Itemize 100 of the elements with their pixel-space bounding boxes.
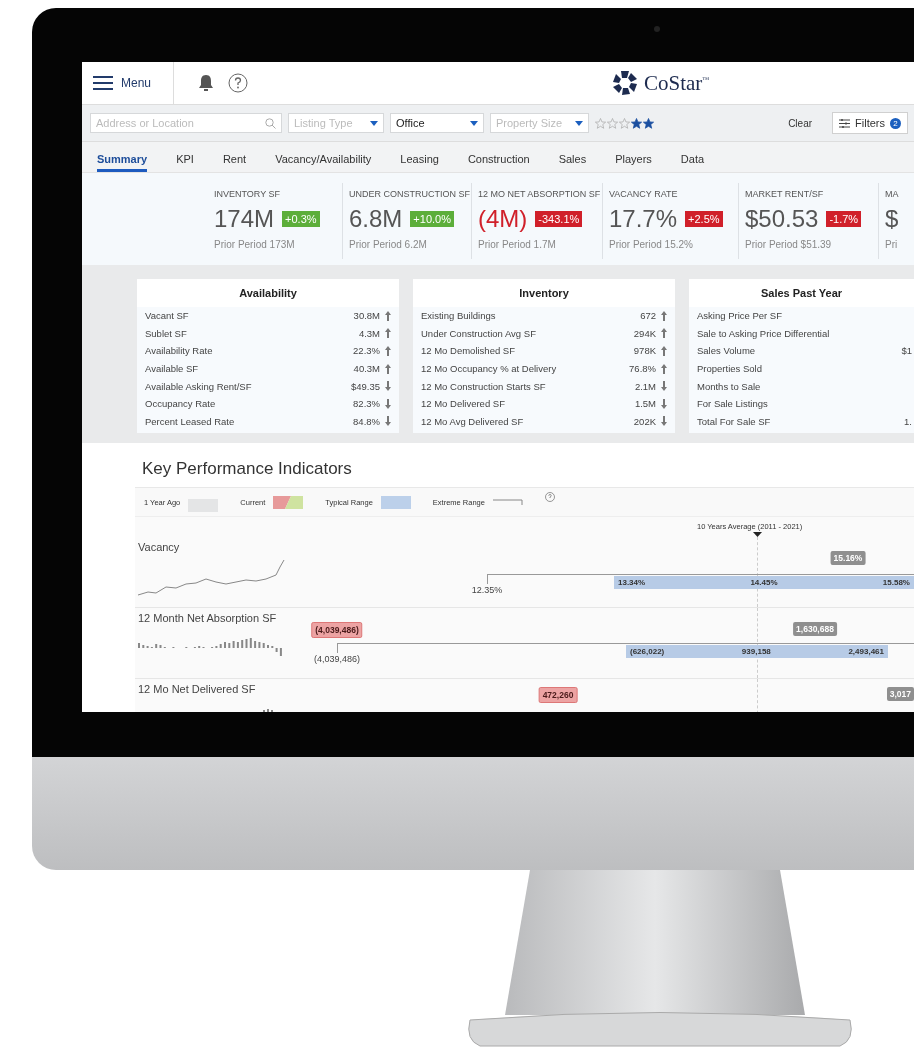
menu-button[interactable]: Menu xyxy=(82,62,175,104)
filter-count-badge: 2 xyxy=(890,117,901,129)
tab[interactable]: KPI xyxy=(176,142,194,172)
stat-label: 12 MO NET ABSORPTION SF xyxy=(478,189,601,199)
kpi-row-label: 12 Mo Net Delivered SF xyxy=(138,683,256,695)
stat-label: INVENTORY SF xyxy=(214,189,281,199)
prior-period-text: Prior Period 6.2M xyxy=(349,239,427,250)
row-value: $49.35 xyxy=(350,380,380,392)
kpi-row-label: 12 Month Net Absorption SF xyxy=(138,612,277,624)
year-ago-tag: 3,017 xyxy=(886,687,914,701)
stat-value: $50.53 xyxy=(745,205,819,233)
range-value: 15.58% xyxy=(882,578,910,587)
row-value: 82.3% xyxy=(353,398,380,410)
caret-icon xyxy=(575,120,583,126)
row-value: 294K xyxy=(633,327,656,339)
range-value: 939,158 xyxy=(741,647,771,656)
bell-icon[interactable] xyxy=(198,74,215,92)
extreme-range-line-icon xyxy=(492,498,523,506)
change-badge: -1.7% xyxy=(826,211,862,227)
row-label: Percent Leased Rate xyxy=(145,415,236,427)
tab[interactable]: Leasing xyxy=(400,142,439,172)
tab[interactable]: Players xyxy=(615,142,652,172)
tab[interactable]: Construction xyxy=(467,142,530,172)
menu-icon xyxy=(93,76,113,90)
year-ago-tag: 1,630,688 xyxy=(793,622,837,636)
tab[interactable]: Rent xyxy=(222,142,247,172)
stat-label: UNDER CONSTRUCTION SF xyxy=(349,189,470,199)
row-value: 22.3% xyxy=(353,345,380,357)
stat-label: VACANCY RATE xyxy=(609,189,678,199)
kpi-row-label: Vacancy xyxy=(138,541,180,553)
stat-label: MARKET RENT/SF xyxy=(745,189,824,199)
row-value: $1 xyxy=(901,345,912,357)
average-marker-icon xyxy=(753,532,762,537)
stat-value: 174M xyxy=(214,205,275,233)
current-value-tag: 472,260 xyxy=(538,687,578,703)
table-title: Availability xyxy=(239,287,297,299)
range-value: 13.34% xyxy=(618,578,646,587)
table-title: Sales Past Year xyxy=(760,287,843,299)
tab[interactable]: Sales xyxy=(558,142,587,172)
row-label: Occupancy Rate xyxy=(145,398,217,410)
prior-period-text: Pri xyxy=(885,239,898,250)
extreme-low-value: 12.35% xyxy=(471,585,503,595)
range-value: (626,022) xyxy=(630,647,665,656)
prior-period-text: Prior Period $51.39 xyxy=(745,239,832,250)
row-label: Sales Volume xyxy=(697,345,757,357)
row-label: Properties Sold xyxy=(697,363,763,375)
property-type-dropdown[interactable]: Office xyxy=(390,113,484,133)
row-value: 978K xyxy=(633,345,656,357)
row-label: Existing Buildings xyxy=(421,310,497,322)
logo-icon xyxy=(612,70,638,96)
row-value: 76.8% xyxy=(629,363,656,375)
prior-period-text: Prior Period 1.7M xyxy=(478,239,556,250)
row-label: Asking Price Per SF xyxy=(697,310,783,322)
clear-button[interactable]: Clear xyxy=(782,116,819,130)
row-label: Months to Sale xyxy=(697,380,762,392)
empty-star-icon xyxy=(607,117,618,129)
prior-period-text: Prior Period 173M xyxy=(214,239,295,250)
stat-value: (4M) xyxy=(478,205,528,233)
change-badge: +2.5% xyxy=(685,211,723,227)
year-ago-tag: 15.16% xyxy=(830,551,866,565)
kpi-title: Key Performance Indicators xyxy=(142,459,352,479)
star-rating[interactable] xyxy=(595,117,654,129)
empty-star-icon xyxy=(595,117,606,129)
stat-value: $ xyxy=(885,205,899,233)
row-label: Total For Sale SF xyxy=(697,415,772,427)
range-value: 2,493,461 xyxy=(848,647,884,656)
sliders-icon xyxy=(839,118,851,128)
row-value: 84.8% xyxy=(353,415,380,427)
row-value: 202K xyxy=(633,415,656,427)
row-label: Sale to Asking Price Differential xyxy=(697,327,831,339)
caret-icon xyxy=(370,120,378,126)
row-label: Available Asking Rent/SF xyxy=(145,380,253,392)
row-value: 1. xyxy=(904,415,912,427)
row-label: 12 Mo Delivered SF xyxy=(421,398,506,410)
tab[interactable]: Data xyxy=(680,142,705,172)
filters-button[interactable]: Filters 2 xyxy=(832,112,908,134)
row-value: 4.3M xyxy=(358,327,380,339)
help-icon[interactable] xyxy=(228,73,249,93)
caret-icon xyxy=(470,120,478,126)
filled-star-icon xyxy=(643,117,654,129)
stat-value: 6.8M xyxy=(349,205,403,233)
filled-star-icon xyxy=(631,117,642,129)
row-label: 12 Mo Occupancy % at Delivery xyxy=(421,363,558,375)
current-swatch xyxy=(273,495,304,509)
logo-text: CoStar$^{™}$ xyxy=(644,70,710,96)
range-value: 14.45% xyxy=(750,578,778,587)
row-label: Under Construction Avg SF xyxy=(421,327,537,339)
change-badge: +10.0% xyxy=(410,211,454,227)
row-label: Availability Rate xyxy=(145,345,214,357)
change-badge: -343.1% xyxy=(535,211,583,227)
row-value: 2.1M xyxy=(634,380,656,392)
row-label: Available SF xyxy=(145,363,200,375)
row-label: Sublet SF xyxy=(145,327,188,339)
row-value: 40.3M xyxy=(353,363,380,375)
tab[interactable]: Vacancy/Availability xyxy=(275,142,372,172)
row-value: 672 xyxy=(640,310,656,322)
row-label: 12 Mo Avg Delivered SF xyxy=(421,415,525,427)
row-label: Vacant SF xyxy=(145,310,190,322)
table-title: Inventory xyxy=(519,287,569,299)
row-label: For Sale Listings xyxy=(697,398,769,410)
